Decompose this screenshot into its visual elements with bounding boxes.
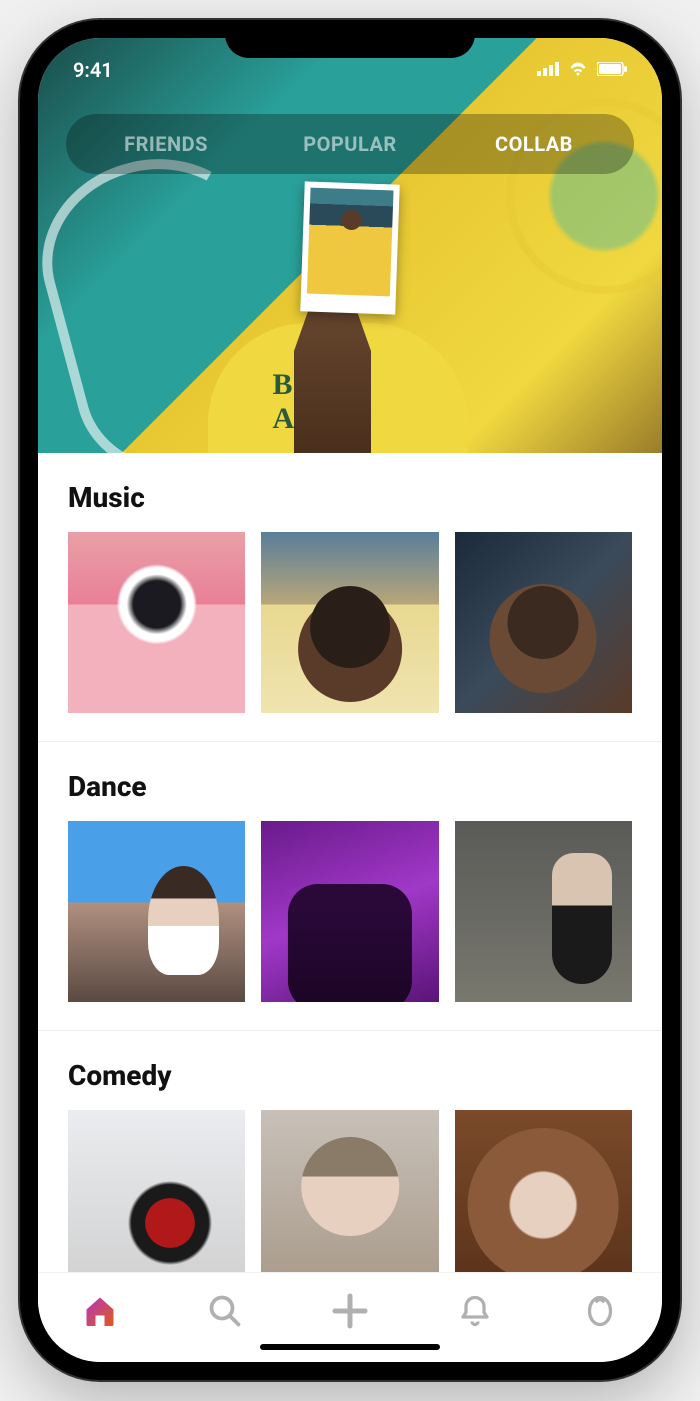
battery-icon xyxy=(597,61,627,80)
thumb-comedy-1[interactable] xyxy=(68,1110,245,1272)
section-comedy: Comedy xyxy=(38,1030,662,1272)
home-icon xyxy=(82,1293,118,1333)
thumb-music-1[interactable] xyxy=(68,532,245,713)
top-tab-bar: FRIENDS POPULAR COLLAB xyxy=(66,114,634,174)
status-time: 9:41 xyxy=(73,58,113,82)
wifi-icon xyxy=(567,60,589,80)
phone-screen: 9:41 FRIENDS POPULAR COLLAB xyxy=(38,38,662,1362)
thumb-dance-3[interactable] xyxy=(455,821,632,1002)
nav-search-button[interactable] xyxy=(204,1292,246,1334)
thumb-row-comedy xyxy=(38,1110,662,1272)
tab-friends[interactable]: FRIENDS xyxy=(74,126,258,162)
status-icons xyxy=(537,60,627,80)
section-title-comedy: Comedy xyxy=(38,1059,662,1110)
hero-banner: 9:41 FRIENDS POPULAR COLLAB xyxy=(38,38,662,453)
plus-icon xyxy=(330,1291,370,1335)
thumb-comedy-2[interactable] xyxy=(261,1110,438,1272)
hero-polaroid xyxy=(300,181,399,314)
nav-profile-button[interactable] xyxy=(579,1292,621,1334)
nav-add-button[interactable] xyxy=(329,1292,371,1334)
search-icon xyxy=(207,1293,243,1333)
profile-icon xyxy=(582,1293,618,1333)
content-scroll[interactable]: Music Dance Comedy xyxy=(38,453,662,1272)
section-music: Music xyxy=(38,453,662,741)
section-title-dance: Dance xyxy=(38,770,662,821)
home-indicator[interactable] xyxy=(260,1344,440,1350)
thumb-dance-2[interactable] xyxy=(261,821,438,1002)
bell-icon xyxy=(457,1293,493,1333)
thumb-music-2[interactable] xyxy=(261,532,438,713)
thumb-row-music xyxy=(38,532,662,713)
tab-collab[interactable]: COLLAB xyxy=(442,126,626,162)
cellular-icon xyxy=(537,61,559,80)
nav-home-button[interactable] xyxy=(79,1292,121,1334)
thumb-comedy-3[interactable] xyxy=(455,1110,632,1272)
section-title-music: Music xyxy=(38,481,662,532)
section-dance: Dance xyxy=(38,741,662,1030)
thumb-dance-1[interactable] xyxy=(68,821,245,1002)
nav-alerts-button[interactable] xyxy=(454,1292,496,1334)
phone-frame: 9:41 FRIENDS POPULAR COLLAB xyxy=(20,20,680,1380)
thumb-row-dance xyxy=(38,821,662,1002)
thumb-music-3[interactable] xyxy=(455,532,632,713)
tab-popular[interactable]: POPULAR xyxy=(258,126,442,162)
phone-notch xyxy=(225,20,475,58)
